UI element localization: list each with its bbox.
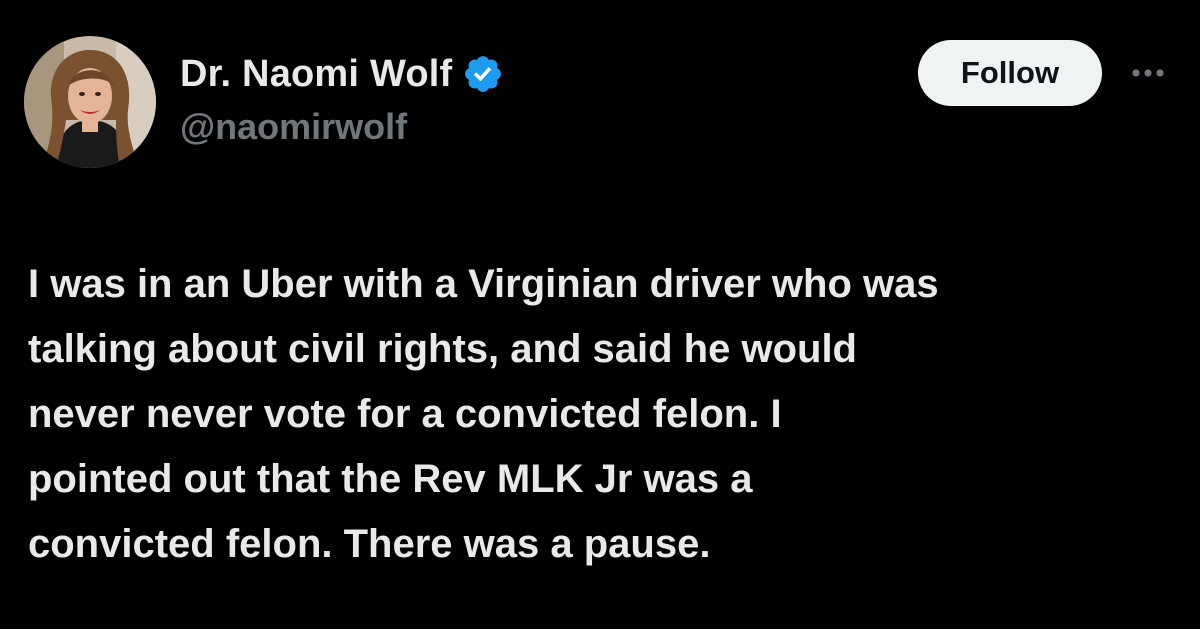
- avatar-photo-icon: [24, 36, 156, 168]
- tweet-text-line: I was in an Uber with a Virginian driver…: [28, 262, 939, 306]
- author-avatar[interactable]: [24, 36, 156, 168]
- author-name-row: Dr. Naomi Wolf: [180, 50, 504, 98]
- author-info: Dr. Naomi Wolf @naomirwolf: [180, 50, 504, 148]
- more-options-icon[interactable]: [1124, 58, 1172, 88]
- tweet-card: Dr. Naomi Wolf @naomirwolf Follow I was …: [0, 0, 1200, 629]
- tweet-text-line: never never vote for a convicted felon. …: [28, 392, 782, 436]
- verified-badge-icon[interactable]: [462, 53, 504, 95]
- tweet-text-line: convicted felon. There was a pause.: [28, 522, 711, 566]
- author-handle[interactable]: @naomirwolf: [180, 106, 504, 148]
- follow-button[interactable]: Follow: [918, 40, 1102, 106]
- tweet-text-line: pointed out that the Rev MLK Jr was a: [28, 457, 753, 501]
- tweet-text-line: talking about civil rights, and said he …: [28, 327, 857, 371]
- tweet-text: I was in an Uber with a Virginian driver…: [28, 252, 1178, 577]
- author-display-name[interactable]: Dr. Naomi Wolf: [180, 53, 452, 96]
